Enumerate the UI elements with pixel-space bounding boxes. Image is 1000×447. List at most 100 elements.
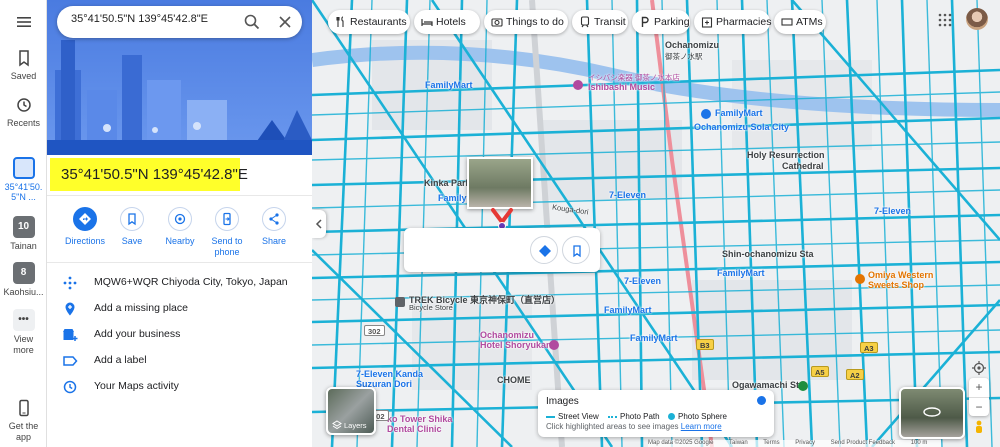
chip-hotels-label: Hotels xyxy=(436,16,466,28)
poi-label-seven-eleven-kanda[interactable]: 7-Eleven Kanda xyxy=(356,369,423,379)
plus-code-row[interactable]: MQW6+WQR Chiyoda City, Tokyo, Japan xyxy=(47,271,312,295)
poi-label-familymart[interactable]: FamilyMart xyxy=(715,108,763,118)
view-more-button[interactable]: ••• View more xyxy=(0,309,47,356)
directions-icon xyxy=(79,213,91,225)
poi-label-trek-category: Bicycle Store xyxy=(409,303,453,312)
kaohsiung-thumbnail: 8 xyxy=(12,262,35,284)
add-missing-place-row[interactable]: Add a missing place xyxy=(47,297,312,321)
poi-label-ishibashi[interactable]: Ishibashi Music xyxy=(588,82,655,92)
poi-label-familymart[interactable]: FamilyMart xyxy=(717,268,765,278)
history-icon xyxy=(63,380,77,394)
poi-label-seven-eleven[interactable]: 7-Eleven xyxy=(609,190,646,200)
poi-label-familymart[interactable]: FamilyMart xyxy=(425,80,473,90)
terms-link[interactable]: Terms xyxy=(763,440,779,446)
more-dots-icon: ••• xyxy=(12,309,35,331)
station-label-ogawamachi[interactable]: Ogawamachi St xyxy=(732,380,799,390)
directions-icon xyxy=(539,245,551,257)
street-view-thumbnail[interactable] xyxy=(899,387,965,439)
poi-label-dental-clinic: Dental Clinic xyxy=(387,424,442,434)
poi-label-omiya-western[interactable]: Omiya Western xyxy=(868,270,933,280)
fork-knife-icon xyxy=(336,16,344,27)
poi-label-shika-tower[interactable]: ko Tower Shika xyxy=(387,414,452,424)
share-button[interactable]: Share xyxy=(248,207,300,246)
poi-label-familymart[interactable]: FamilyMart xyxy=(630,333,678,343)
station-label-ochanomizu[interactable]: Ochanomizu xyxy=(665,40,719,50)
place-panel: 35°41'50.5"N 139°45'42.8"E Directions Sa… xyxy=(47,0,312,447)
zoom-out-button[interactable]: − xyxy=(969,397,989,416)
layers-button[interactable]: Layers xyxy=(326,387,376,435)
street-view-photo-preview[interactable] xyxy=(467,157,533,209)
layers-label: Layers xyxy=(344,421,367,430)
add-business-row[interactable]: Add your business xyxy=(47,323,312,347)
station-label-ochanomizu-jp: 御茶ノ水駅 xyxy=(665,52,703,61)
map-canvas[interactable]: Ochanomizu 御茶ノ水駅 イシバシ楽器 御茶ノ水本店 Ishibashi… xyxy=(312,0,1000,447)
chip-transit[interactable]: Transit xyxy=(572,10,628,34)
hotel-pin-icon[interactable] xyxy=(549,340,559,350)
hamburger-menu-icon xyxy=(16,17,31,27)
add-label-label: Add a label xyxy=(94,354,147,366)
chip-things-to-do[interactable]: Things to do xyxy=(484,10,568,34)
poi-label-hotel[interactable]: Ochanomizu xyxy=(480,330,534,340)
recent-tainan-button[interactable]: 10 Tainan xyxy=(0,216,47,251)
poi-label-sola-city[interactable]: Ochanomizu Sola City xyxy=(694,122,789,132)
scale-bar[interactable]: 100 m xyxy=(911,440,928,446)
get-app-button[interactable]: Get the app xyxy=(0,398,47,443)
current-place-button[interactable]: 35°41'50. 5"N ... xyxy=(0,157,47,202)
poi-label-seven-eleven[interactable]: 7-Eleven xyxy=(874,206,911,216)
avatar[interactable] xyxy=(966,8,988,30)
search-input[interactable] xyxy=(71,13,231,25)
poi-label-holy-resurrection[interactable]: Holy Resurrection xyxy=(747,150,825,160)
add-label-row[interactable]: Add a label xyxy=(47,349,312,373)
save-button[interactable]: Save xyxy=(106,207,158,246)
poi-label-familymart[interactable]: FamilyMart xyxy=(604,305,652,315)
legend-toggle[interactable] xyxy=(757,396,766,405)
collapse-panel-button[interactable] xyxy=(312,210,326,238)
map-data-attribution: Map data ©2025 Google xyxy=(648,440,714,446)
saved-button[interactable]: Saved xyxy=(0,48,47,81)
nearby-button[interactable]: Nearby xyxy=(154,207,206,246)
maps-activity-row[interactable]: Your Maps activity xyxy=(47,375,312,399)
region-link[interactable]: Taiwan xyxy=(729,440,748,446)
search-icon[interactable] xyxy=(242,12,262,32)
send-to-phone-button[interactable]: Send to phone xyxy=(201,207,253,258)
store-pin-icon[interactable] xyxy=(701,109,711,119)
store-pin-icon[interactable] xyxy=(395,297,405,307)
recent-kaohsiung-button[interactable]: 8 Kaohsiu... xyxy=(0,262,47,297)
poi-label-kinka-park[interactable]: Kinka Park xyxy=(424,178,471,188)
directions-button[interactable]: Directions xyxy=(59,207,111,246)
poi-label-omiya-sweets: Sweets Shop xyxy=(868,280,925,290)
zoom-in-button[interactable]: + xyxy=(969,378,989,397)
my-location-icon[interactable] xyxy=(971,360,987,376)
food-pin-icon[interactable] xyxy=(855,274,865,284)
chip-hotels[interactable]: Hotels xyxy=(414,10,480,34)
menu-button[interactable] xyxy=(0,12,47,35)
current-place-label: 35°41'50. 5"N ... xyxy=(4,182,43,202)
close-icon[interactable] xyxy=(275,12,295,32)
label-icon xyxy=(63,356,78,366)
google-apps-icon[interactable] xyxy=(937,12,953,28)
recents-button[interactable]: Recents xyxy=(0,95,47,128)
chip-restaurants[interactable]: Restaurants xyxy=(328,10,410,34)
chevron-left-icon xyxy=(315,219,322,229)
add-missing-place-label: Add a missing place xyxy=(94,302,188,314)
pegman-icon[interactable] xyxy=(972,420,986,436)
park-pin-icon[interactable] xyxy=(798,381,808,391)
bookmark-icon xyxy=(573,245,581,258)
chip-atms[interactable]: ATMs xyxy=(774,10,826,34)
poi-label-seven-eleven[interactable]: 7-Eleven xyxy=(624,276,661,286)
feedback-link[interactable]: Send Product Feedback xyxy=(831,440,895,446)
page-title: 35°41'50.5"N 139°45'42.8"E xyxy=(61,166,248,183)
station-label-shin-ochanomizu[interactable]: Shin-ochanomizu Sta xyxy=(722,249,814,259)
shopping-pin-icon[interactable] xyxy=(573,80,583,90)
chip-transit-label: Transit xyxy=(594,16,626,28)
add-place-icon xyxy=(65,302,75,316)
popup-directions-button[interactable] xyxy=(530,236,558,264)
learn-more-link[interactable]: Learn more xyxy=(681,422,722,431)
kaohsiung-label: Kaohsiu... xyxy=(3,287,44,297)
search-box[interactable] xyxy=(57,6,302,38)
popup-save-button[interactable] xyxy=(562,236,590,264)
atm-icon xyxy=(781,18,793,26)
chip-parking[interactable]: Parking xyxy=(632,10,690,34)
privacy-link[interactable]: Privacy xyxy=(795,440,815,446)
chip-pharmacies[interactable]: Pharmacies xyxy=(694,10,771,34)
